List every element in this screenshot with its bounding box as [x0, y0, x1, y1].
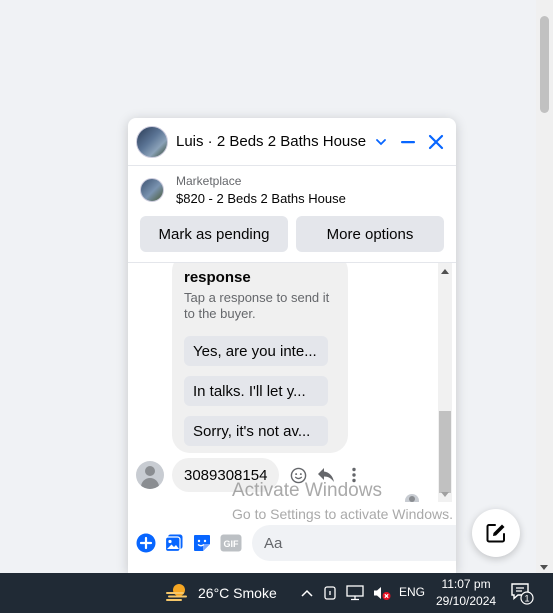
clock-date: 29/10/2024: [436, 594, 497, 608]
notification-center-icon[interactable]: 1: [510, 581, 534, 608]
react-emoji-icon[interactable]: [289, 466, 307, 484]
svg-text:GIF: GIF: [224, 539, 240, 549]
message-scrollbar[interactable]: [438, 263, 452, 502]
chat-window: Luis · 2 Beds 2 Baths House Marketplace …: [128, 118, 456, 573]
message-list[interactable]: response Tap a response to send it to th…: [128, 262, 456, 502]
scroll-down-arrow-icon[interactable]: [441, 492, 449, 497]
scroll-down-arrow-icon[interactable]: [540, 565, 548, 570]
more-options-button[interactable]: More options: [296, 216, 444, 252]
chat-header: Luis · 2 Beds 2 Baths House: [128, 118, 456, 166]
minimize-icon: [401, 140, 415, 143]
listing-actions: Mark as pending More options: [128, 214, 456, 252]
notification-count: 1: [524, 594, 529, 604]
listing-thumbnail: [140, 178, 164, 202]
composer: GIF: [128, 518, 456, 568]
sticker-icon[interactable]: [192, 531, 212, 555]
listing-name: $820 - 2 Beds 2 Baths House: [176, 191, 346, 206]
message-input[interactable]: [264, 534, 456, 552]
system-tray: [300, 573, 391, 613]
volume-muted-icon[interactable]: [373, 585, 391, 601]
page-scrollbar[interactable]: [536, 0, 553, 573]
message-input-wrapper: [252, 525, 456, 561]
clock-time: 11:07 pm: [441, 577, 491, 591]
clock[interactable]: 11:07 pm 29/10/2024: [436, 576, 496, 610]
sender-avatar: [136, 461, 164, 489]
weather-text: 26°C Smoke: [198, 585, 277, 601]
close-chat-button[interactable]: [424, 130, 448, 154]
card-title: response: [184, 269, 251, 286]
plus-circle-icon[interactable]: [136, 531, 156, 555]
listing-label: Marketplace: [176, 174, 242, 188]
seen-indicator-avatar: [405, 494, 419, 502]
chevron-up-icon[interactable]: [300, 588, 314, 598]
touchpad-icon[interactable]: [323, 585, 337, 601]
listing-info[interactable]: Marketplace $820 - 2 Beds 2 Baths House: [128, 166, 456, 214]
network-icon[interactable]: [346, 585, 364, 601]
quick-reply-button[interactable]: Yes, are you inte...: [184, 336, 328, 366]
minimize-button[interactable]: [396, 130, 420, 154]
photo-icon[interactable]: [164, 531, 184, 555]
reply-icon[interactable]: [317, 466, 335, 484]
scroll-up-arrow-icon[interactable]: [441, 269, 449, 274]
more-vertical-icon[interactable]: [345, 466, 363, 484]
card-subtitle: Tap a response to send it to the buyer.: [184, 290, 330, 321]
input-language[interactable]: ENG: [399, 585, 425, 599]
smoke-weather-icon: [166, 584, 187, 601]
gif-icon[interactable]: GIF: [220, 531, 242, 555]
message-bubble[interactable]: 3089308154: [172, 458, 280, 492]
message-actions: [289, 466, 363, 484]
suggested-responses-card: response Tap a response to send it to th…: [172, 263, 348, 453]
compose-icon: [486, 524, 505, 543]
message-scrollbar-thumb[interactable]: [439, 411, 451, 493]
contact-avatar[interactable]: [136, 125, 168, 158]
new-message-button[interactable]: [472, 509, 520, 557]
windows-taskbar: 26°C Smoke ENG 11:07 pm 29/10/2024 1: [0, 573, 553, 613]
message-row: 3089308154: [136, 458, 363, 492]
mark-as-pending-button[interactable]: Mark as pending: [140, 216, 288, 252]
close-icon: [428, 134, 444, 149]
chat-title[interactable]: Luis · 2 Beds 2 Baths House: [176, 133, 366, 150]
chevron-down-icon[interactable]: [374, 135, 388, 149]
weather-widget[interactable]: 26°C Smoke: [166, 573, 277, 613]
quick-reply-button[interactable]: Sorry, it's not av...: [184, 416, 328, 446]
quick-reply-button[interactable]: In talks. I'll let y...: [184, 376, 328, 406]
page-scrollbar-thumb[interactable]: [540, 16, 549, 113]
